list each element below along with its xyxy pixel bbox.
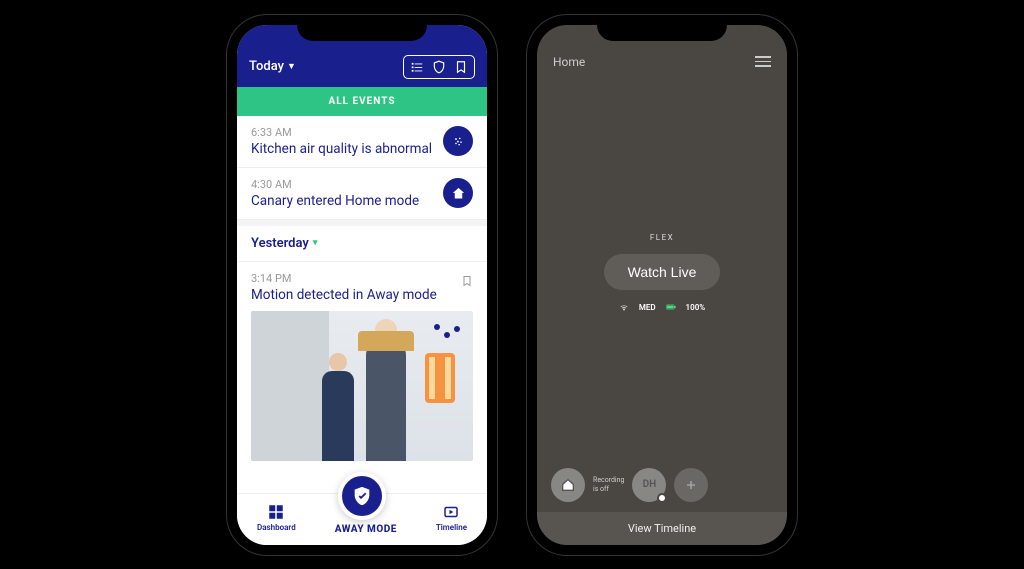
date-filter-label: Today [249,59,284,74]
event-time: 4:30 AM [251,178,419,191]
nav-mode[interactable]: AWAY MODE [335,500,397,535]
nav-dashboard[interactable]: Dashboard [257,503,296,532]
bookmark-filter-icon[interactable] [454,60,468,74]
event-time: 3:14 PM [251,272,437,285]
phone-right: Home FLEX Watch Live MED 100% [527,15,797,555]
presence-indicator-icon [657,493,667,503]
home-mode-icon [443,178,473,208]
home-mode-button[interactable] [551,468,585,502]
all-events-banner[interactable]: ALL EVENTS [237,87,487,116]
location-title[interactable]: Home [553,55,585,69]
bottom-nav: Dashboard AWAY MODE Timeline [237,493,487,545]
screen-left: Today ▼ ALL EVENTS 6:33 AM Kitch [237,25,487,545]
header-bar: Home [537,25,787,79]
chevron-down-icon: ▼ [287,61,296,72]
date-section-header[interactable]: Yesterday ▾ [237,220,487,262]
add-member-button[interactable] [674,468,708,502]
events-list[interactable]: 6:33 AM Kitchen air quality is abnormal … [237,116,487,493]
header-toolbar [403,55,475,79]
header-bar: Today ▼ [237,25,487,87]
member-row: Recording is off DH [537,468,787,512]
member-initials: DH [643,479,657,490]
recording-status: Recording is off [593,476,624,493]
event-time: 6:33 AM [251,126,432,139]
phone-left: Today ▼ ALL EVENTS 6:33 AM Kitch [227,15,497,555]
event-item[interactable]: 6:33 AM Kitchen air quality is abnormal [237,116,487,168]
camera-name: FLEX [650,233,674,242]
screen-right: Home FLEX Watch Live MED 100% [537,25,787,545]
nav-timeline[interactable]: Timeline [436,503,467,532]
motion-thumbnail[interactable] [251,311,473,461]
event-title: Canary entered Home mode [251,193,419,209]
member-avatar[interactable]: DH [632,468,666,502]
event-title: Kitchen air quality is abnormal [251,141,432,157]
event-item-motion[interactable]: 3:14 PM Motion detected in Away mode [237,262,487,461]
air-quality-icon [443,126,473,156]
date-filter-dropdown[interactable]: Today ▼ [249,59,296,74]
nav-dashboard-label: Dashboard [257,523,296,532]
nav-timeline-label: Timeline [436,523,467,532]
date-section-label: Yesterday [251,236,309,251]
watch-live-button[interactable]: Watch Live [604,254,721,290]
wifi-icon [619,302,629,314]
bookmark-icon[interactable] [461,272,473,291]
event-title: Motion detected in Away mode [251,287,437,303]
list-view-icon[interactable] [410,60,424,74]
battery-icon [666,302,676,314]
camera-view: FLEX Watch Live MED 100% [537,79,787,468]
event-item[interactable]: 4:30 AM Canary entered Home mode [237,168,487,220]
menu-icon[interactable] [755,56,771,67]
chevron-down-icon: ▾ [313,238,318,248]
camera-stats: MED 100% [619,302,705,314]
nav-mode-label: AWAY MODE [335,524,397,535]
shield-filter-icon[interactable] [432,60,446,74]
battery-level: 100% [686,303,706,312]
shield-check-icon [338,472,386,520]
wifi-level: MED [639,303,656,312]
view-timeline-button[interactable]: View Timeline [537,512,787,545]
